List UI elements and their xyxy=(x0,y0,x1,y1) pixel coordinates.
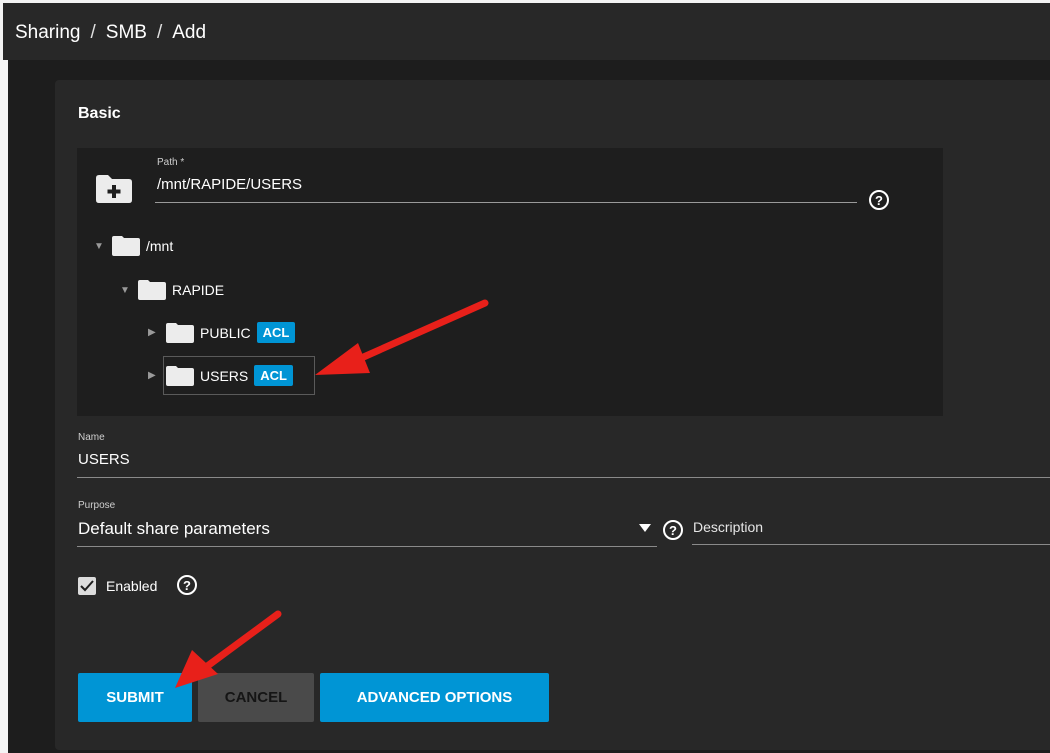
breadcrumb-smb[interactable]: SMB xyxy=(106,22,147,44)
enabled-checkbox[interactable] xyxy=(78,577,96,595)
enabled-label: Enabled xyxy=(106,578,158,594)
path-input[interactable]: /mnt/RAPIDE/USERS xyxy=(157,176,302,193)
folder-icon xyxy=(138,280,166,300)
tree-label-mnt: /mnt xyxy=(146,238,174,254)
path-underline xyxy=(155,202,857,203)
folder-icon xyxy=(166,365,194,386)
breadcrumb-add: Add xyxy=(172,22,207,43)
name-input[interactable]: USERS xyxy=(78,451,130,468)
breadcrumb: Sharing / SMB / Add xyxy=(15,22,206,44)
tree-label-public: PUBLIC xyxy=(200,324,251,341)
breadcrumb-separator: / xyxy=(90,22,96,43)
cancel-button[interactable]: CANCEL xyxy=(198,673,314,722)
description-underline xyxy=(692,544,1050,545)
purpose-label: Purpose xyxy=(78,500,116,511)
submit-button[interactable]: SUBMIT xyxy=(78,673,192,722)
tree-node-users[interactable]: ▶ USERS ACL xyxy=(148,365,293,386)
collapsed-triangle-icon[interactable]: ▶ xyxy=(148,370,160,381)
create-folder-icon[interactable] xyxy=(94,172,134,204)
folder-icon xyxy=(112,236,140,256)
left-edge xyxy=(0,60,8,753)
path-help-icon[interactable]: ? xyxy=(869,190,889,210)
tree-node-public[interactable]: ▶ PUBLIC ACL xyxy=(148,322,296,343)
top-bar: Sharing / SMB / Add xyxy=(0,0,1050,60)
breadcrumb-sharing[interactable]: Sharing xyxy=(15,22,81,44)
path-label: Path * xyxy=(157,157,185,168)
expanded-triangle-icon[interactable]: ▼ xyxy=(94,241,106,252)
expanded-triangle-icon[interactable]: ▼ xyxy=(120,285,132,296)
folder-icon xyxy=(166,322,194,343)
tree-label-rapide: RAPIDE xyxy=(172,282,225,298)
collapsed-triangle-icon[interactable]: ▶ xyxy=(148,327,160,338)
breadcrumb-separator: / xyxy=(156,22,163,43)
advanced-options-button[interactable]: ADVANCED OPTIONS xyxy=(320,673,549,722)
section-title: Basic xyxy=(78,105,121,122)
check-icon xyxy=(80,580,94,592)
tree-label-users: USERS xyxy=(200,367,249,384)
acl-badge: ACL xyxy=(254,365,293,386)
enabled-help-icon[interactable]: ? xyxy=(177,575,197,595)
purpose-underline xyxy=(77,546,657,547)
purpose-help-icon[interactable]: ? xyxy=(663,520,683,540)
description-input[interactable]: Description xyxy=(693,519,763,535)
name-underline xyxy=(77,477,1050,478)
tree-node-mnt[interactable]: ▼ /mnt xyxy=(94,236,173,256)
name-label: Name xyxy=(78,432,105,443)
acl-badge: ACL xyxy=(256,322,296,343)
tree-node-rapide[interactable]: ▼ RAPIDE xyxy=(120,280,224,300)
dropdown-arrow-icon[interactable] xyxy=(639,524,651,532)
purpose-select[interactable]: Default share parameters xyxy=(78,519,270,539)
